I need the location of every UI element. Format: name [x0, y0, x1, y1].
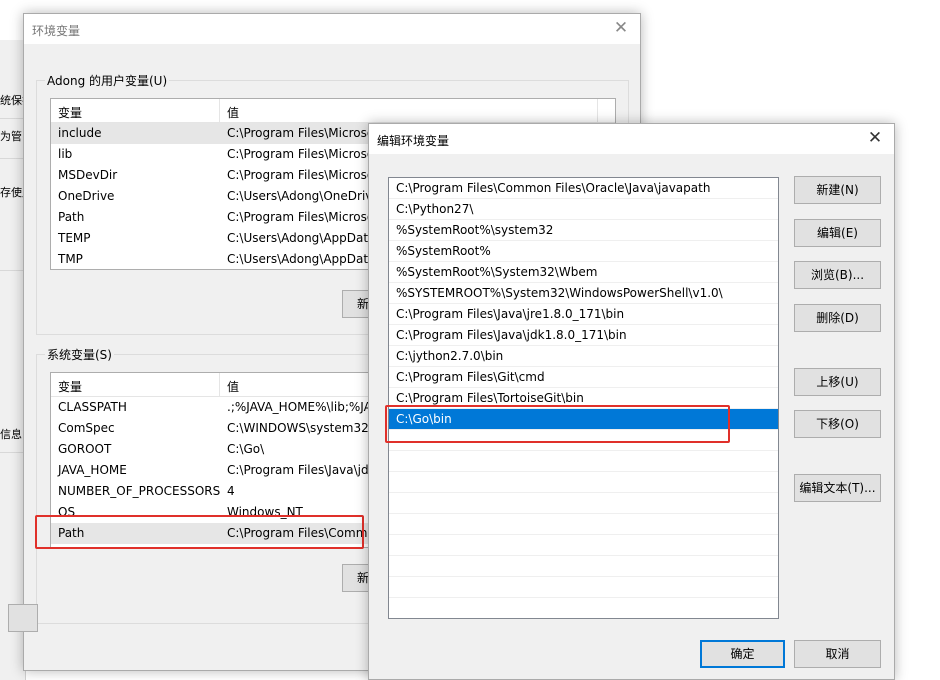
var-name: MSDevDir [58, 168, 118, 182]
list-item[interactable]: C:\Program Files\Java\jre1.8.0_171\bin [389, 304, 778, 325]
dialog-title: 编辑环境变量 [377, 134, 450, 148]
list-item[interactable]: C:\Python27\ [389, 199, 778, 220]
empty-row[interactable] [389, 577, 778, 598]
empty-row[interactable] [389, 493, 778, 514]
var-value: C:\Program Files\Microso [227, 210, 375, 224]
column-header-value[interactable]: 值 [227, 378, 239, 395]
var-name: TEMP [58, 231, 91, 245]
list-item-selected[interactable]: C:\Go\bin [389, 409, 778, 430]
var-name: JAVA_HOME [58, 463, 127, 477]
empty-row[interactable] [389, 451, 778, 472]
var-name: include [58, 126, 102, 140]
var-name: CLASSPATH [58, 400, 127, 414]
column-divider[interactable] [219, 373, 220, 396]
var-name: Path [58, 210, 85, 224]
dialog-title: 环境变量 [32, 24, 81, 38]
var-name: Path [58, 526, 85, 540]
close-icon[interactable]: ✕ [864, 127, 886, 149]
empty-row[interactable] [389, 556, 778, 577]
list-header: 变量 值 [51, 99, 615, 123]
empty-row[interactable] [389, 535, 778, 556]
var-name: ComSpec [58, 421, 115, 435]
column-divider[interactable] [219, 99, 220, 122]
delete-button[interactable]: 删除(D) [794, 304, 881, 332]
var-name: lib [58, 147, 73, 161]
title-bar: 编辑环境变量 ✕ [369, 124, 894, 154]
path-entries-list[interactable]: C:\Program Files\Common Files\Oracle\Jav… [388, 177, 779, 619]
column-header-value[interactable]: 值 [227, 104, 239, 121]
list-item[interactable]: %SystemRoot%\System32\Wbem [389, 262, 778, 283]
var-value: C:\Program Files\Java\jd [227, 463, 369, 477]
var-name: NUMBER_OF_PROCESSORS [58, 484, 221, 498]
var-value: C:\Program Files\Commo [227, 526, 375, 540]
ok-button[interactable]: 确定 [700, 640, 785, 668]
var-value: C:\Users\Adong\OneDriv [227, 189, 373, 203]
list-item[interactable]: %SystemRoot%\system32 [389, 220, 778, 241]
list-item[interactable]: C:\Program Files\Common Files\Oracle\Jav… [389, 178, 778, 199]
list-item[interactable]: %SYSTEMROOT%\System32\WindowsPowerShell\… [389, 283, 778, 304]
close-icon[interactable]: ✕ [610, 17, 632, 39]
browse-button[interactable]: 浏览(B)... [794, 261, 881, 289]
title-bar: 环境变量 ✕ [24, 14, 640, 44]
edit-env-variable-dialog: 编辑环境变量 ✕ C:\Program Files\Common Files\O… [368, 123, 895, 680]
empty-row[interactable] [389, 430, 778, 451]
var-value: C:\Program Files\Microso [227, 126, 375, 140]
var-value: C:\Users\Adong\AppDat [227, 231, 369, 245]
var-name: OS [58, 505, 76, 519]
var-value: 4 [227, 484, 235, 498]
cancel-button[interactable]: 取消 [794, 640, 881, 668]
list-item[interactable]: C:\Program Files\TortoiseGit\bin [389, 388, 778, 409]
var-name: GOROOT [58, 442, 112, 456]
empty-row[interactable] [389, 472, 778, 493]
list-item[interactable]: C:\Program Files\Java\jdk1.8.0_171\bin [389, 325, 778, 346]
empty-row[interactable] [389, 598, 778, 618]
edit-button[interactable]: 编辑(E) [794, 219, 881, 247]
ok-button-partial[interactable] [8, 604, 38, 632]
var-value: Windows_NT [227, 505, 303, 519]
var-value: C:\Users\Adong\AppDat [227, 252, 369, 266]
var-name: OneDrive [58, 189, 115, 203]
new-button[interactable]: 新建(N) [794, 176, 881, 204]
var-value: C:\Program Files\Microso [227, 168, 375, 182]
column-divider[interactable] [597, 99, 598, 122]
column-header-variable[interactable]: 变量 [58, 104, 82, 121]
edit-text-button[interactable]: 编辑文本(T)... [794, 474, 881, 502]
var-value: C:\WINDOWS\system32\ [227, 421, 373, 435]
var-name: TMP [58, 252, 83, 266]
move-down-button[interactable]: 下移(O) [794, 410, 881, 438]
var-value: C:\Program Files\Microso [227, 147, 375, 161]
move-up-button[interactable]: 上移(U) [794, 368, 881, 396]
var-value: .;%JAVA_HOME%\lib;%JA [227, 400, 372, 414]
var-value: C:\Go\ [227, 442, 265, 456]
list-item[interactable]: C:\Program Files\Git\cmd [389, 367, 778, 388]
system-variables-label: 系统变量(S) [45, 346, 114, 363]
column-header-variable[interactable]: 变量 [58, 378, 82, 395]
user-variables-label: Adong 的用户变量(U) [45, 72, 170, 89]
empty-row[interactable] [389, 514, 778, 535]
list-item[interactable]: C:\jython2.7.0\bin [389, 346, 778, 367]
list-item[interactable]: %SystemRoot% [389, 241, 778, 262]
